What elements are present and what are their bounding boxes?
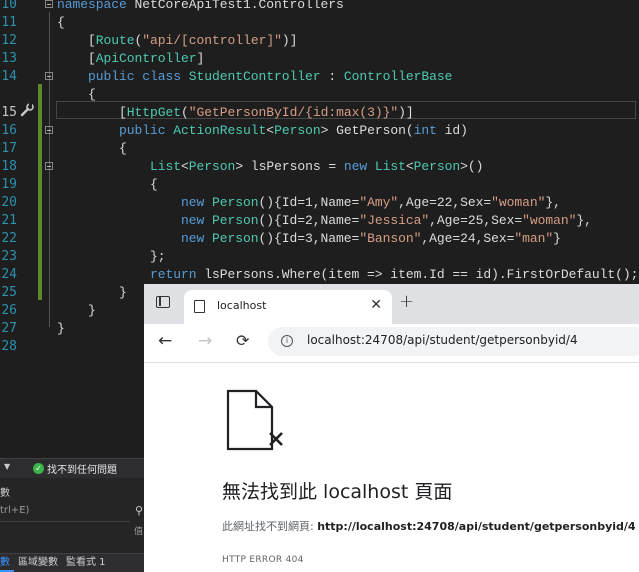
code-line[interactable]: 23 }; [0,248,639,266]
line-number: 19 [1,177,17,192]
tab-strip: localhost ✕ + [144,284,639,324]
line-number: 18 [1,159,17,174]
window-title: 數 [0,488,10,499]
collapse-icon[interactable] [45,72,53,80]
code-line[interactable]: 21 new Person(){Id=2,Name="Jessica",Age=… [0,212,639,230]
error-code: HTTP ERROR 404 [222,555,304,565]
info-icon[interactable]: i [281,335,293,347]
tab-watch-1[interactable]: 監看式 1 [62,554,110,572]
code-text: } [57,303,96,318]
collapse-icon[interactable] [45,0,53,8]
collapse-icon[interactable] [45,162,53,170]
address-bar[interactable]: i localhost:24708/api/student/getpersonb… [268,327,639,356]
value-column-header: 值 [133,527,143,537]
code-line[interactable]: 16 public ActionResult<Person> GetPerson… [0,122,639,140]
panel-status-strip: ▼ ✓ 找不到任何問題 [0,458,145,477]
code-text: { [57,15,65,30]
code-text: [ApiController] [57,51,205,66]
code-text: new Person(){Id=2,Name="Jessica",Age=25,… [57,213,592,228]
line-number: 24 [1,267,17,282]
code-text: } [57,285,127,300]
error-url: http://localhost:24708/api/student/getpe… [317,520,636,533]
issues-status[interactable]: ✓ 找不到任何問題 [33,461,117,476]
error-page: 無法找到此 localhost 頁面 此網址找不到網頁: http://loca… [144,363,639,572]
line-number: 21 [1,213,17,228]
code-text: { [57,87,96,102]
tab-actions-icon[interactable] [156,296,170,308]
code-line[interactable]: 10 namespace NetCoreApiTest1.Controllers [0,0,639,14]
code-line[interactable]: 12 [Route("api/[controller]")] [0,32,639,50]
line-number: 23 [1,249,17,264]
code-text: }; [57,249,166,264]
tab-auto[interactable]: 數 [0,554,14,572]
browser-tab[interactable]: localhost ✕ [184,290,392,324]
code-text: [Route("api/[controller]")] [57,33,298,48]
code-text: public ActionResult<Person> GetPerson(in… [57,123,468,138]
code-line[interactable]: 14 public class StudentController : Cont… [0,68,639,86]
code-text: public class StudentController : Control… [57,69,453,84]
line-number: 14 [1,69,17,84]
broken-page-icon [226,389,283,451]
code-line[interactable]: 13 [ApiController] [0,50,639,68]
code-line[interactable]: 24 return lsPersons.Where(item => item.I… [0,266,639,284]
collapse-icon[interactable] [45,126,53,134]
forward-arrow-icon[interactable]: → [198,331,212,351]
code-text: [HttpGet("GetPersonById/{id:max(3)}")] [57,105,414,120]
code-line[interactable]: 20 new Person(){Id=1,Name="Amy",Age=22,S… [0,194,639,212]
browser-toolbar: ← → ⟳ i localhost:24708/api/student/getp… [144,324,639,363]
code-line[interactable]: { [0,86,639,104]
line-number: 12 [1,33,17,48]
code-text: namespace NetCoreApiTest1.Controllers [57,0,344,12]
reload-icon[interactable]: ⟳ [236,331,249,351]
code-line[interactable]: 18 List<Person> lsPersons = new List<Per… [0,158,639,176]
line-number: 11 [1,15,17,30]
tab-title: localhost [217,299,267,312]
url-text[interactable]: localhost:24708/api/student/getpersonbyi… [307,333,578,347]
page-icon [194,300,205,313]
line-number: 28 [1,339,17,354]
back-arrow-icon[interactable]: ← [158,331,172,351]
error-description: 此網址找不到網頁: http://localhost:24708/api/stu… [222,518,636,534]
line-number: 27 [1,321,17,336]
code-line[interactable]: 17 { [0,140,639,158]
line-number: 26 [1,303,17,318]
line-number: 16 [1,123,17,138]
error-description-prefix: 此網址找不到網頁: [222,520,318,533]
code-line[interactable]: 22 new Person(){Id=3,Name="Banson",Age=2… [0,230,639,248]
line-number: 15 [1,105,17,120]
tab-locals[interactable]: 區域變數 [14,554,62,572]
line-number: 10 [1,0,17,12]
close-icon[interactable]: ✕ [370,297,382,313]
code-text: return lsPersons.Where(item => item.Id =… [57,267,639,282]
search-icon[interactable]: ⚲ [135,504,143,517]
code-line[interactable]: 11 { [0,14,639,32]
new-tab-button[interactable]: + [399,291,414,312]
panel-tabs: 數 區域變數 監看式 1 [0,553,145,572]
line-number: 17 [1,141,17,156]
dropdown-arrow-icon[interactable]: ▼ [4,462,10,471]
browser-window: localhost ✕ + ← → ⟳ i localhost:24708/ap… [144,284,639,572]
code-line[interactable]: 19 { [0,176,639,194]
search-input[interactable]: trl+E) [0,505,130,522]
issues-status-label: 找不到任何問題 [47,465,117,476]
line-number: 22 [1,231,17,246]
code-text: { [57,177,158,192]
code-text: new Person(){Id=1,Name="Amy",Age=22,Sex=… [57,195,561,210]
code-line[interactable]: 15 [HttpGet("GetPersonById/{id:max(3)}")… [0,104,639,122]
line-number: 25 [1,285,17,300]
error-title: 無法找到此 localhost 頁面 [222,481,453,503]
line-number: 13 [1,51,17,66]
code-text: } [57,321,65,336]
debug-panel: ▼ ✓ 找不到任何問題 數 trl+E) ⚲ 值 數 區域變數 監看式 1 [0,458,145,572]
line-number: 20 [1,195,17,210]
code-text: new Person(){Id=3,Name="Banson",Age=24,S… [57,231,561,246]
check-circle-icon: ✓ [33,463,44,474]
code-text: { [57,141,127,156]
code-text: List<Person> lsPersons = new List<Person… [150,159,484,174]
